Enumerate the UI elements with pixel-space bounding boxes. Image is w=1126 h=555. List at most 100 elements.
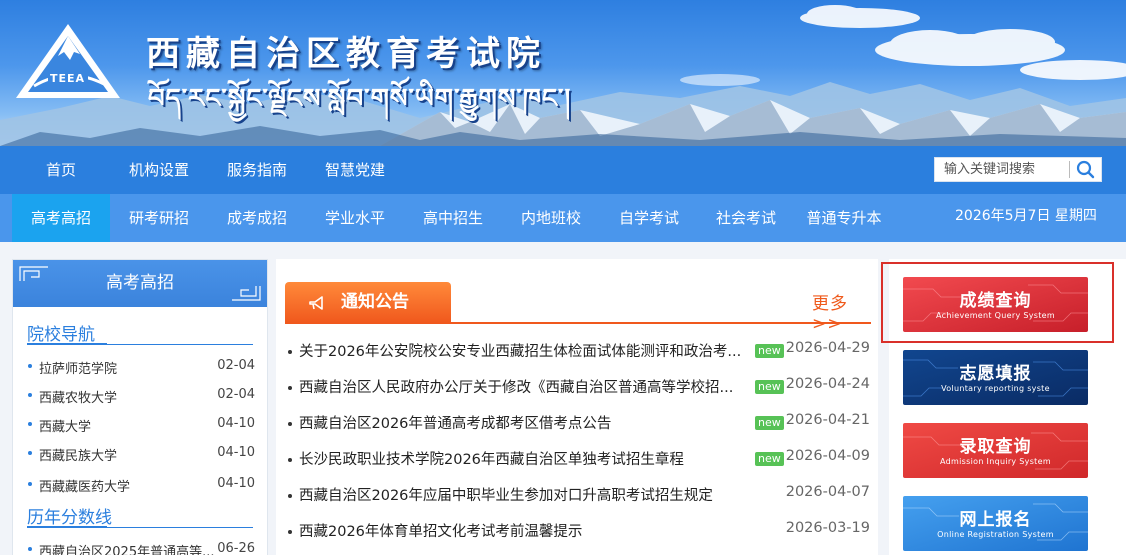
school-date: 02-04 (217, 387, 255, 402)
list-item[interactable]: 西藏藏医药大学 04-10 (27, 471, 255, 500)
bullet-icon (28, 451, 32, 455)
sidebar-title: 高考高招 (106, 273, 174, 293)
quick-link-title: 志愿填报 (959, 364, 1032, 384)
search-icon[interactable] (1073, 159, 1099, 180)
online-registration-button[interactable]: 网上报名 Online Registration System (903, 496, 1088, 551)
quick-link-title: 录取查询 (959, 437, 1032, 457)
bullet-icon (28, 364, 32, 368)
notice-item[interactable]: 西藏自治区人民政府办公厅关于修改《西藏自治区普通高等学校招... new 202… (285, 369, 871, 405)
score-title: 西藏自治区2025年普通高等... (39, 545, 215, 555)
bullet-icon (288, 422, 292, 426)
tab-social-exam[interactable]: 社会考试 (697, 194, 795, 242)
page: TEEA 西藏自治区教育考试院 བོད་རང་སྐྱོང་ལྗོངས་སློབ་… (0, 0, 1126, 555)
list-item[interactable]: 西藏民族大学 04-10 (27, 440, 255, 469)
nav-party-building[interactable]: 智慧党建 (314, 146, 396, 194)
school-date: 02-04 (217, 358, 255, 373)
list-item[interactable]: 西藏大学 04-10 (27, 411, 255, 440)
search-input[interactable] (935, 158, 1069, 181)
bullet-icon (288, 530, 292, 534)
school-name: 西藏民族大学 (39, 449, 118, 464)
bullet-icon (288, 458, 292, 462)
admission-query-button[interactable]: 录取查询 Admission Inquiry System (903, 423, 1088, 478)
school-date: 04-10 (217, 445, 255, 460)
tab-graduate-exam[interactable]: 研考研招 (110, 194, 208, 242)
new-badge: new (755, 380, 784, 394)
bullet-icon (28, 422, 32, 426)
notice-item[interactable]: 西藏2026年体育单招文化考试考前温馨提示 2026-03-19 (285, 513, 871, 549)
list-item[interactable]: 西藏自治区2025年普通高等... 06-26 (27, 536, 255, 555)
bullet-icon (288, 350, 292, 354)
notice-item[interactable]: 西藏自治区2026年应届中职毕业生参加对口升高职考试招生规定 2026-04-0… (285, 477, 871, 513)
bullet-icon (288, 494, 292, 498)
notice-item-title[interactable]: 西藏自治区人民政府办公厅关于修改《西藏自治区普通高等学校招... (299, 376, 751, 397)
megaphone-icon (309, 296, 323, 310)
school-name: 西藏藏医药大学 (39, 480, 131, 495)
tab-upgrade-exam[interactable]: 普通专升本 (795, 194, 893, 242)
section-divider-accent (27, 526, 107, 528)
quick-link-subtitle: Online Registration System (937, 530, 1054, 539)
notice-item-date: 2026-03-19 (785, 520, 870, 536)
teea-logo (16, 24, 120, 98)
section-title-scores: 历年分数线 (27, 508, 112, 528)
notice-item-title[interactable]: 长沙民政职业技术学院2026年西藏自治区单独考试招生章程 (299, 448, 751, 469)
nav-organization[interactable]: 机构设置 (118, 146, 200, 194)
bullet-icon (28, 547, 32, 551)
section-divider-accent (27, 343, 107, 345)
notice-item-title[interactable]: 西藏自治区2026年应届中职毕业生参加对口升高职考试招生规定 (299, 484, 751, 505)
tab-academic-level[interactable]: 学业水平 (306, 194, 404, 242)
current-date: 2026年5月7日 星期四 (955, 208, 1097, 224)
school-name: 西藏大学 (39, 420, 92, 435)
highlight-box (881, 262, 1114, 343)
quick-link-title: 网上报名 (959, 510, 1032, 530)
list-item[interactable]: 拉萨师范学院 02-04 (27, 353, 255, 382)
notice-item-date: 2026-04-09 (785, 448, 870, 464)
section-title-schools: 院校导航 (27, 325, 95, 345)
tab-gaokao[interactable]: 高考高招 (12, 194, 110, 242)
new-badge: new (755, 416, 784, 430)
nav-home[interactable]: 首页 (22, 146, 100, 194)
school-name: 拉萨师范学院 (39, 362, 118, 377)
notice-underline (285, 322, 871, 324)
school-date: 04-10 (217, 476, 255, 491)
bullet-icon (288, 386, 292, 390)
bullet-icon (28, 393, 32, 397)
notice-item[interactable]: 关于2026年公安院校公安专业西藏招生体检面试体能测评和政治考... new 2… (285, 333, 871, 369)
notice-item-title[interactable]: 关于2026年公安院校公安专业西藏招生体检面试体能测评和政治考... (299, 340, 751, 361)
notice-item-date: 2026-04-29 (785, 340, 870, 356)
sidebar-header: 高考高招 (13, 260, 267, 307)
more-link[interactable]: 更多>> (812, 289, 878, 334)
category-nav: 高考高招 研考研招 成考成招 学业水平 高中招生 内地班校 自学考试 社会考试 … (0, 194, 1126, 242)
notice-panel: 通知公告 更多>> 关于2026年公安院校公安专业西藏招生体检面试体能测评和政治… (276, 259, 878, 555)
header-banner: TEEA 西藏自治区教育考试院 བོད་རང་སྐྱོང་ལྗོངས་སློབ་… (0, 0, 1126, 146)
new-badge: new (755, 344, 784, 358)
quick-link-subtitle: Voluntary reporting syste (941, 384, 1050, 393)
tab-high-school[interactable]: 高中招生 (404, 194, 502, 242)
notice-item[interactable]: 长沙民政职业技术学院2026年西藏自治区单独考试招生章程 new 2026-04… (285, 441, 871, 477)
notice-item-date: 2026-04-24 (785, 376, 870, 392)
notice-item-date: 2026-04-21 (785, 412, 870, 428)
notice-item-date: 2026-04-07 (785, 484, 870, 500)
bullet-icon (28, 482, 32, 486)
quick-link-subtitle: Admission Inquiry System (940, 457, 1051, 466)
new-badge: new (755, 452, 784, 466)
nav-service-guide[interactable]: 服务指南 (216, 146, 298, 194)
notice-item[interactable]: 西藏自治区2026年普通高考成都考区借考点公告 new 2026-04-21 (285, 405, 871, 441)
logo-text: TEEA (50, 72, 86, 85)
site-subtitle: བོད་རང་སྐྱོང་ལྗོངས་སློབ་གསོ་ཡིག་རྒྱུགས་ཁ… (148, 84, 572, 114)
search-box (934, 157, 1102, 182)
site-title: 西藏自治区教育考试院 (146, 34, 546, 74)
tab-inland-class[interactable]: 内地班校 (502, 194, 600, 242)
school-name: 西藏农牧大学 (39, 391, 118, 406)
notice-item-title[interactable]: 西藏2026年体育单招文化考试考前温馨提示 (299, 520, 751, 541)
list-item[interactable]: 西藏农牧大学 02-04 (27, 382, 255, 411)
application-fill-button[interactable]: 志愿填报 Voluntary reporting syste (903, 350, 1088, 405)
score-date: 06-26 (217, 541, 255, 555)
tab-adult-exam[interactable]: 成考成招 (208, 194, 306, 242)
sidebar: 高考高招 院校导航 拉萨师范学院 02-04 西藏农牧大学 02-04 西藏大学… (12, 259, 268, 555)
notice-item-title[interactable]: 西藏自治区2026年普通高考成都考区借考点公告 (299, 412, 751, 433)
tab-self-study[interactable]: 自学考试 (600, 194, 698, 242)
search-divider (1069, 161, 1070, 178)
notice-title: 通知公告 (341, 292, 409, 312)
notice-tab[interactable]: 通知公告 (285, 282, 451, 323)
school-date: 04-10 (217, 416, 255, 431)
